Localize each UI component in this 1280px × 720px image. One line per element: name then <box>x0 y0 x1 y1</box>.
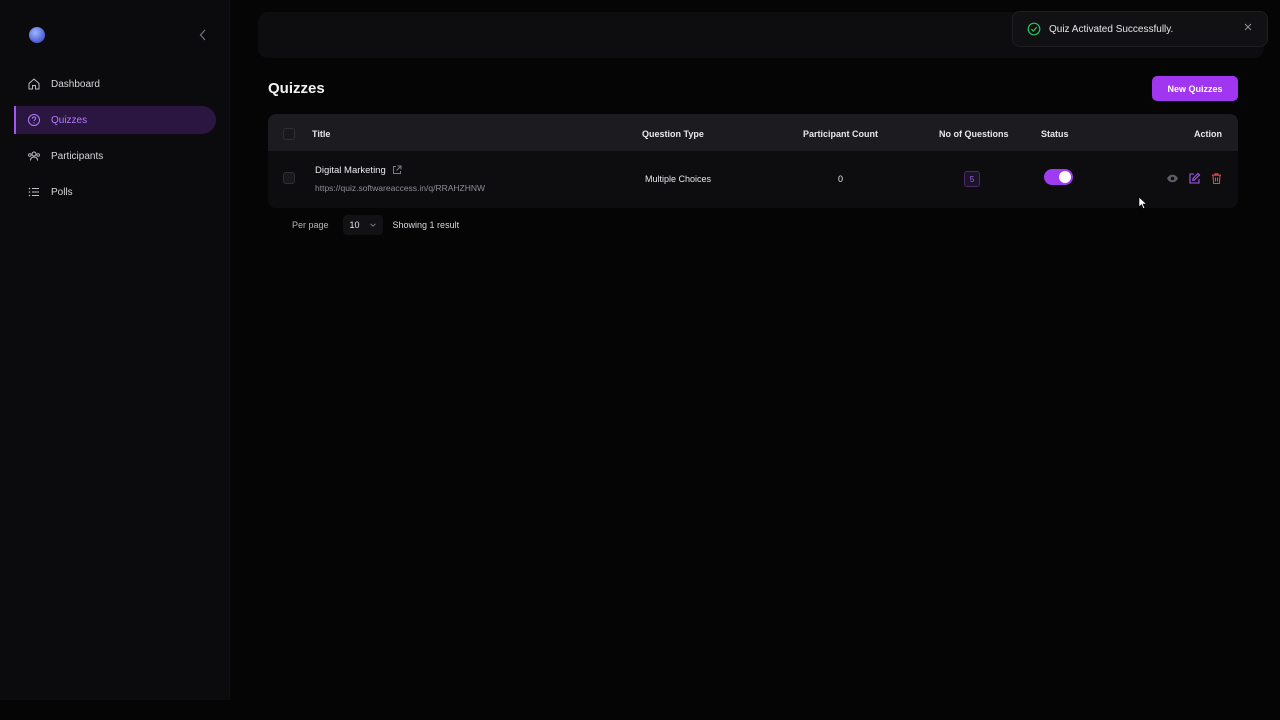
app-logo <box>29 27 45 43</box>
sidebar-item-label: Polls <box>51 186 73 198</box>
quiz-url[interactable]: https://quiz.softwareaccess.in/q/RRAHZHN… <box>315 183 485 193</box>
per-page-value: 10 <box>349 220 360 230</box>
sidebar-item-label: Quizzes <box>51 114 88 126</box>
sidebar-item-polls[interactable]: Polls <box>14 178 216 206</box>
page-title: Quizzes <box>268 80 325 97</box>
column-header-question-type[interactable]: Question Type <box>642 129 704 139</box>
table-header: Title Question Type Participant Count No… <box>268 114 1238 151</box>
new-quizzes-button[interactable]: New Quizzes <box>1152 76 1238 101</box>
sidebar-item-dashboard[interactable]: Dashboard <box>14 70 216 98</box>
quiz-title-link[interactable]: Digital Marketing <box>315 165 386 176</box>
sidebar-nav: Dashboard Quizzes Participants Polls <box>14 70 216 214</box>
check-circle-icon <box>1027 22 1041 36</box>
mouse-cursor-icon <box>1138 196 1148 210</box>
sidebar-item-label: Participants <box>51 150 104 162</box>
quizzes-table: Title Question Type Participant Count No… <box>268 114 1238 208</box>
edit-icon[interactable] <box>1188 172 1201 185</box>
toggle-knob <box>1059 171 1071 183</box>
pagination-bar: Per page 10 Showing 1 result <box>292 215 460 235</box>
success-toast: Quiz Activated Successfully. <box>1012 11 1268 47</box>
external-link-icon[interactable] <box>391 164 403 176</box>
per-page-label: Per page <box>292 220 329 230</box>
sidebar: Dashboard Quizzes Participants Polls <box>0 0 230 700</box>
question-circle-icon <box>27 113 41 127</box>
status-toggle[interactable] <box>1044 169 1073 185</box>
column-header-participant-count[interactable]: Participant Count <box>803 129 878 139</box>
home-icon <box>27 77 41 91</box>
column-header-status[interactable]: Status <box>1041 129 1069 139</box>
chevron-left-icon <box>199 29 206 41</box>
results-count: Showing 1 result <box>392 220 460 230</box>
select-all-checkbox[interactable] <box>283 128 295 140</box>
view-icon[interactable] <box>1166 172 1179 185</box>
sidebar-item-quizzes[interactable]: Quizzes <box>14 106 216 134</box>
sidebar-item-participants[interactable]: Participants <box>14 142 216 170</box>
toast-message: Quiz Activated Successfully. <box>1049 23 1174 35</box>
table-row: Digital Marketing https://quiz.softwarea… <box>268 151 1238 208</box>
question-type-value: Multiple Choices <box>645 174 712 184</box>
users-icon <box>27 149 41 163</box>
chevron-down-icon <box>369 221 377 231</box>
row-checkbox[interactable] <box>283 172 295 184</box>
toast-close-button[interactable] <box>1243 22 1253 32</box>
question-count-badge: 5 <box>964 171 980 187</box>
participant-count-value: 0 <box>838 174 844 184</box>
close-icon <box>1244 23 1252 31</box>
sidebar-item-label: Dashboard <box>51 78 100 90</box>
column-header-title[interactable]: Title <box>312 129 330 139</box>
delete-icon[interactable] <box>1210 172 1223 185</box>
per-page-select[interactable]: 10 <box>342 215 383 235</box>
list-icon <box>27 185 41 199</box>
collapse-sidebar-button[interactable] <box>195 27 211 43</box>
column-header-action: Action <box>1194 129 1222 139</box>
column-header-no-of-questions[interactable]: No of Questions <box>939 129 1009 139</box>
